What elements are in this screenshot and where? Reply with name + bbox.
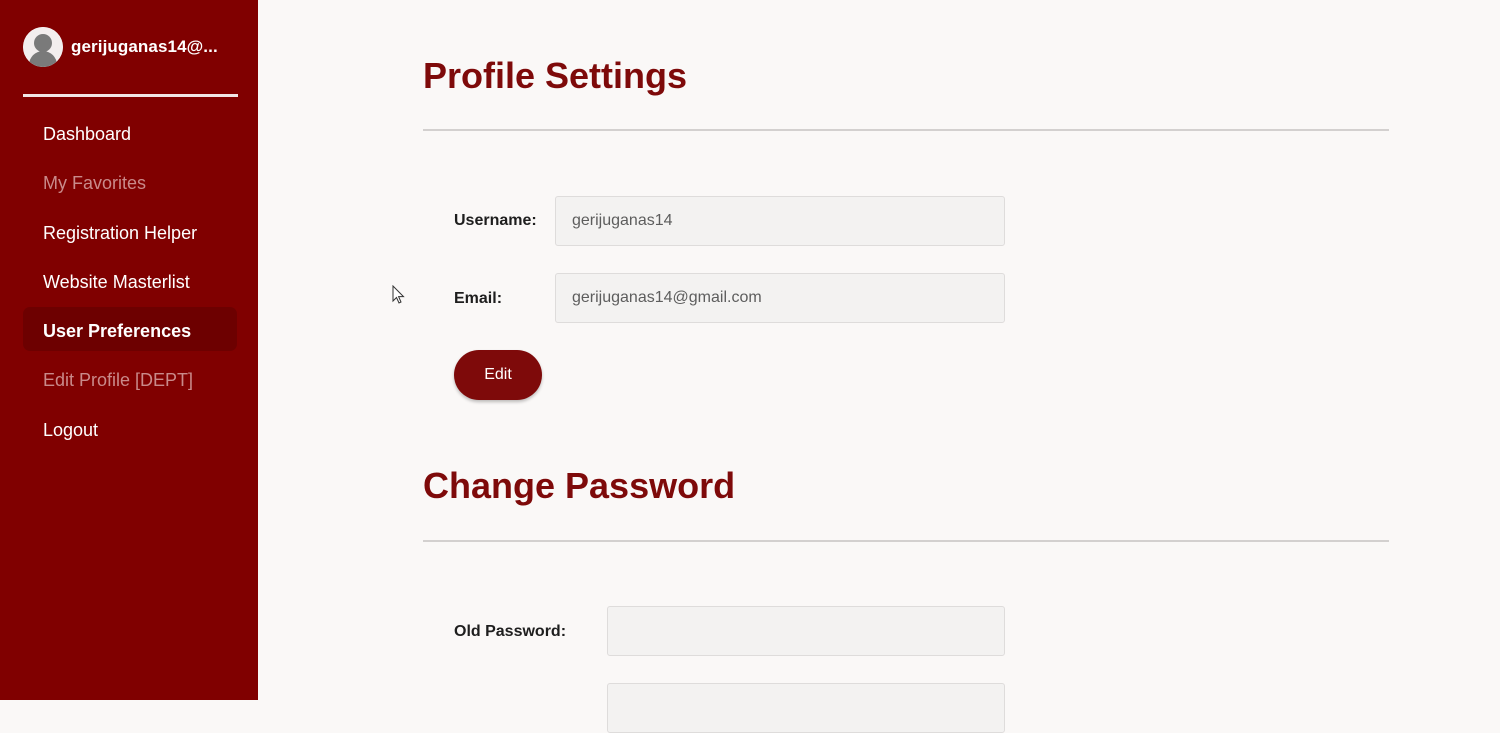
- username-label: Username:: [454, 212, 537, 229]
- email-field[interactable]: [555, 273, 1005, 323]
- profile-settings-title: Profile Settings: [423, 55, 688, 96]
- new-password-field[interactable]: [607, 683, 1005, 733]
- sidebar-item-website-masterlist[interactable]: Website Masterlist: [23, 258, 237, 302]
- sidebar-divider: [23, 94, 238, 97]
- mouse-cursor-icon: [392, 284, 406, 310]
- user-avatar-icon: [23, 27, 63, 67]
- sidebar-nav: Dashboard My Favorites Registration Help…: [23, 110, 237, 455]
- user-name: gerijuganas14@...: [71, 37, 218, 56]
- change-password-title: Change Password: [423, 465, 736, 506]
- password-section-divider: [423, 540, 1389, 542]
- old-password-field[interactable]: [607, 606, 1005, 656]
- sidebar-item-user-preferences[interactable]: User Preferences: [23, 307, 237, 352]
- sidebar: gerijuganas14@... Dashboard My Favorites…: [0, 0, 258, 700]
- sidebar-item-edit-profile-dept[interactable]: Edit Profile [DEPT]: [23, 356, 237, 400]
- old-password-label: Old Password:: [454, 623, 567, 640]
- sidebar-item-logout[interactable]: Logout: [23, 406, 237, 450]
- sidebar-item-dashboard[interactable]: Dashboard: [23, 110, 237, 154]
- email-label: Email:: [454, 290, 503, 307]
- profile-section-divider: [423, 129, 1389, 131]
- edit-profile-button[interactable]: Edit: [454, 350, 542, 400]
- username-field[interactable]: [555, 196, 1005, 246]
- sidebar-item-my-favorites[interactable]: My Favorites: [23, 159, 237, 203]
- user-profile-summary[interactable]: gerijuganas14@...: [23, 27, 218, 67]
- sidebar-item-registration-helper[interactable]: Registration Helper: [23, 209, 237, 253]
